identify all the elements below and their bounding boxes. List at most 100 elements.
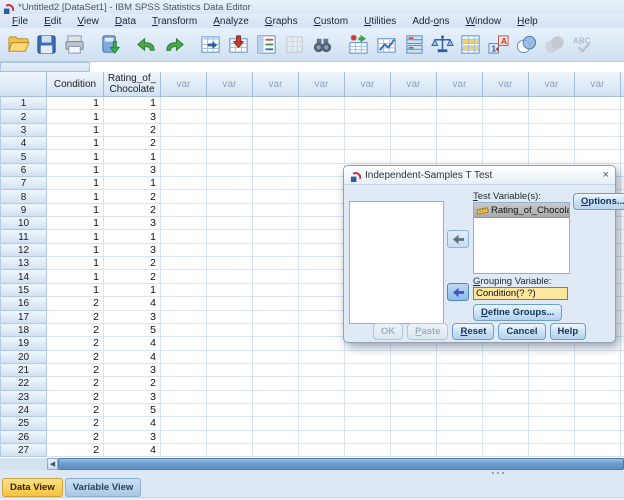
grid-cell-condition[interactable]: 1: [47, 203, 104, 218]
grid-cell[interactable]: [575, 363, 621, 378]
row-header[interactable]: 20: [0, 350, 47, 364]
grid-cell[interactable]: [575, 97, 621, 111]
grid-cell-rating[interactable]: 4: [104, 337, 161, 351]
grid-cell[interactable]: [299, 403, 345, 418]
row-header[interactable]: 24: [0, 403, 47, 418]
row-header[interactable]: 10: [0, 217, 47, 231]
grid-cell[interactable]: [345, 97, 391, 111]
grid-cell[interactable]: [253, 403, 299, 418]
grid-cell-condition[interactable]: 1: [47, 177, 104, 191]
grid-cell[interactable]: [207, 270, 253, 284]
menu-view[interactable]: View: [69, 16, 107, 27]
grid-cell[interactable]: [299, 417, 345, 431]
grid-cell[interactable]: [437, 97, 483, 111]
row-header[interactable]: 27: [0, 443, 47, 458]
grid-cell-condition[interactable]: 1: [47, 163, 104, 178]
grid-cell[interactable]: [207, 230, 253, 244]
spell-check-icon[interactable]: ABC: [569, 31, 595, 59]
grid-cell-rating[interactable]: 1: [104, 283, 161, 298]
grid-cell[interactable]: [161, 350, 207, 364]
source-variable-list[interactable]: [349, 201, 444, 324]
grid-cell[interactable]: [161, 363, 207, 378]
grid-cell[interactable]: [529, 363, 575, 378]
grid-cell[interactable]: [161, 443, 207, 458]
grid-cell-condition[interactable]: 1: [47, 123, 104, 138]
grid-cell[interactable]: [345, 137, 391, 151]
grid-cell-condition[interactable]: 2: [47, 417, 104, 431]
grid-cell[interactable]: [345, 403, 391, 418]
grid-cell[interactable]: [391, 403, 437, 418]
grid-cell[interactable]: [207, 377, 253, 391]
grid-cell-rating[interactable]: 1: [104, 97, 161, 111]
grid-cell[interactable]: [161, 257, 207, 271]
grid-cell[interactable]: [391, 377, 437, 391]
grid-cell[interactable]: [483, 377, 529, 391]
grid-cell-rating[interactable]: 4: [104, 297, 161, 311]
grid-cell[interactable]: [437, 150, 483, 164]
recall-dialogs-icon[interactable]: [97, 31, 123, 59]
grid-cell[interactable]: [483, 430, 529, 444]
grid-cell[interactable]: [529, 430, 575, 444]
grid-cell[interactable]: [207, 350, 253, 364]
grid-cell[interactable]: [161, 123, 207, 138]
grid-cell[interactable]: [207, 243, 253, 258]
split-file-icon[interactable]: [401, 31, 427, 59]
tab-variable-view[interactable]: Variable View: [64, 478, 142, 497]
grid-cell[interactable]: [345, 390, 391, 404]
menu-graphs[interactable]: Graphs: [257, 16, 306, 27]
grid-cell-condition[interactable]: 2: [47, 337, 104, 351]
dialog-close-icon[interactable]: ×: [603, 169, 609, 181]
grid-cell[interactable]: [391, 350, 437, 364]
grid-cell-rating[interactable]: 5: [104, 323, 161, 338]
grid-cell[interactable]: [207, 203, 253, 218]
cancel-button[interactable]: Cancel: [498, 323, 546, 340]
grid-cell[interactable]: [299, 177, 345, 191]
menu-utilities[interactable]: Utilities: [356, 16, 404, 27]
grid-cell-rating[interactable]: 2: [104, 377, 161, 391]
grid-cell[interactable]: [299, 230, 345, 244]
grid-cell[interactable]: [207, 310, 253, 324]
grid-cell[interactable]: [253, 377, 299, 391]
grid-cell[interactable]: [345, 417, 391, 431]
grid-cell[interactable]: [299, 363, 345, 378]
grid-cell[interactable]: [207, 417, 253, 431]
row-header[interactable]: 2: [0, 110, 47, 124]
grid-cell-condition[interactable]: 2: [47, 430, 104, 444]
menu-data[interactable]: Data: [107, 16, 144, 27]
grid-cell-rating[interactable]: 2: [104, 137, 161, 151]
grid-cell[interactable]: [207, 110, 253, 124]
grid-cell[interactable]: [483, 97, 529, 111]
grid-cell[interactable]: [299, 297, 345, 311]
row-header[interactable]: 14: [0, 270, 47, 284]
row-header[interactable]: 5: [0, 150, 47, 164]
grid-cell-condition[interactable]: 2: [47, 443, 104, 458]
grid-cell[interactable]: [299, 350, 345, 364]
grid-cell[interactable]: [437, 110, 483, 124]
grid-cell[interactable]: [483, 123, 529, 138]
grid-cell-condition[interactable]: 1: [47, 217, 104, 231]
grid-cell[interactable]: [161, 323, 207, 338]
value-labels-icon[interactable]: 1A: [485, 31, 511, 59]
test-variable-item[interactable]: Rating_of_Chocolate: [474, 203, 569, 218]
grid-cell[interactable]: [207, 190, 253, 204]
grid-cell-condition[interactable]: 2: [47, 350, 104, 364]
column-header-condition[interactable]: Condition: [47, 72, 104, 97]
grid-cell[interactable]: [207, 283, 253, 298]
grid-cell[interactable]: [437, 390, 483, 404]
grid-cell[interactable]: [575, 443, 621, 458]
grid-cell[interactable]: [529, 377, 575, 391]
grid-cell-condition[interactable]: 1: [47, 243, 104, 258]
grid-cell[interactable]: [483, 390, 529, 404]
grid-cell-condition[interactable]: 1: [47, 110, 104, 124]
row-header[interactable]: 25: [0, 417, 47, 431]
row-header[interactable]: 22: [0, 377, 47, 391]
grid-cell[interactable]: [161, 177, 207, 191]
grid-cell-condition[interactable]: 1: [47, 257, 104, 271]
cell-value-input[interactable]: [90, 62, 624, 72]
grid-cell[interactable]: [253, 190, 299, 204]
grid-cell[interactable]: [483, 443, 529, 458]
grid-cell[interactable]: [391, 443, 437, 458]
grid-cell[interactable]: [253, 323, 299, 338]
goto-variable-icon[interactable]: [225, 31, 251, 59]
grid-cell[interactable]: [483, 137, 529, 151]
